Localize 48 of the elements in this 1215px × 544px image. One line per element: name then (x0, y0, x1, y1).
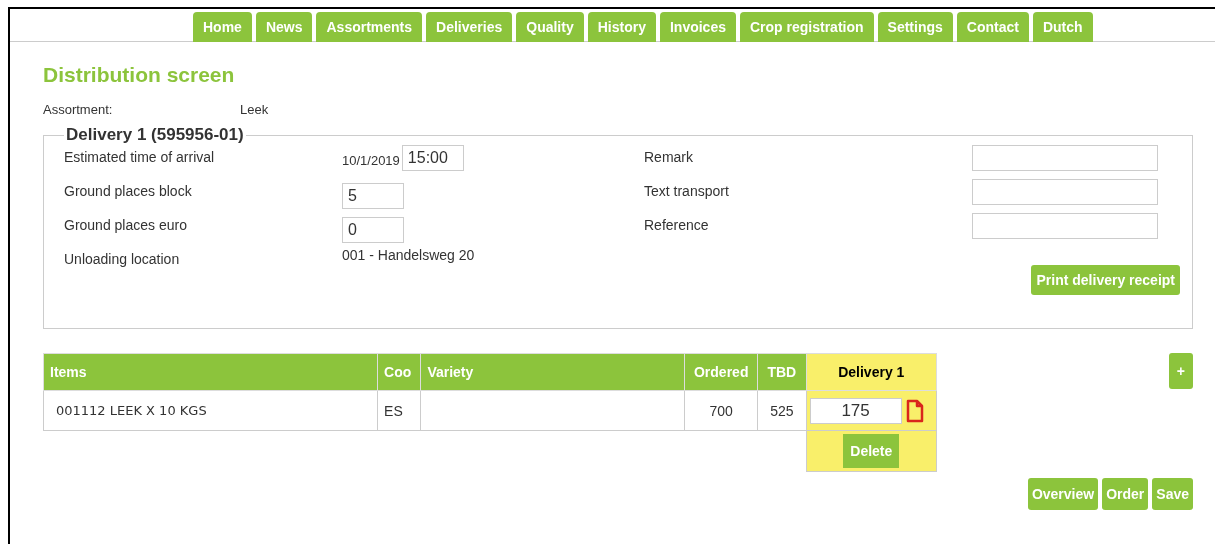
action-button[interactable]: Order (1102, 478, 1149, 510)
input-field[interactable] (972, 145, 1158, 171)
column-header: Coo (377, 353, 421, 391)
nav-tab[interactable]: Assortments (316, 12, 423, 42)
action-button[interactable]: Overview (1027, 478, 1099, 510)
table-cell: ES (377, 390, 421, 431)
table-cell: 700 (684, 390, 758, 431)
nav-tab[interactable]: Quality (516, 12, 584, 42)
table-cell: 001112 LEEK X 10 KGS (43, 390, 378, 431)
column-header: Items (43, 353, 378, 391)
field-label: Reference (644, 216, 710, 233)
field-label: Ground places euro (64, 216, 188, 233)
print-button[interactable]: Print delivery receipt (1031, 265, 1180, 295)
input-field[interactable] (972, 213, 1158, 239)
arrival-date: 10/1/2019 (342, 152, 400, 168)
assortment-value: Leek (240, 102, 269, 117)
nav-tab[interactable]: News (255, 12, 313, 42)
nav-tab[interactable]: Invoices (659, 12, 736, 42)
amount-field[interactable]: 175 (809, 397, 902, 424)
table-cell: 525 (757, 390, 807, 431)
nav-tab[interactable]: Settings (877, 12, 953, 42)
field-label: Estimated time of arrival (64, 148, 216, 165)
unloading-location: 001 - Handelsweg 20 (342, 247, 475, 263)
field-label: Unloading location (64, 250, 181, 267)
input-field[interactable] (972, 179, 1158, 205)
column-header: Ordered (684, 353, 758, 391)
field-label: Text transport (644, 182, 730, 199)
input-field[interactable]: 5 (342, 183, 404, 209)
field-label: Ground places block (64, 182, 193, 199)
nav-tab[interactable]: Home (193, 12, 252, 42)
document-icon[interactable] (905, 398, 924, 423)
time-field[interactable]: 15:00 (401, 145, 464, 171)
nav-tab[interactable]: Contact (956, 12, 1029, 42)
delivery-legend: Delivery 1 (595956-01) (64, 125, 246, 145)
delete-button[interactable]: Delete (843, 434, 900, 468)
nav-tab[interactable]: History (587, 12, 656, 42)
field-label: Remark (644, 148, 694, 165)
column-header: Variety (420, 353, 685, 391)
input-field[interactable]: 0 (342, 217, 404, 243)
nav-tab[interactable]: Dutch (1032, 12, 1093, 42)
delivery-header: Delivery 1 (806, 353, 937, 391)
assortment-label: Assortment: (43, 102, 114, 117)
add-button[interactable]: + (1168, 353, 1193, 389)
page-title: Distribution screen (43, 62, 236, 88)
nav-tab[interactable]: Crop registration (740, 12, 874, 42)
column-header: TBD (757, 353, 807, 391)
action-button[interactable]: Save (1152, 478, 1193, 510)
nav-tab[interactable]: Deliveries (426, 12, 513, 42)
